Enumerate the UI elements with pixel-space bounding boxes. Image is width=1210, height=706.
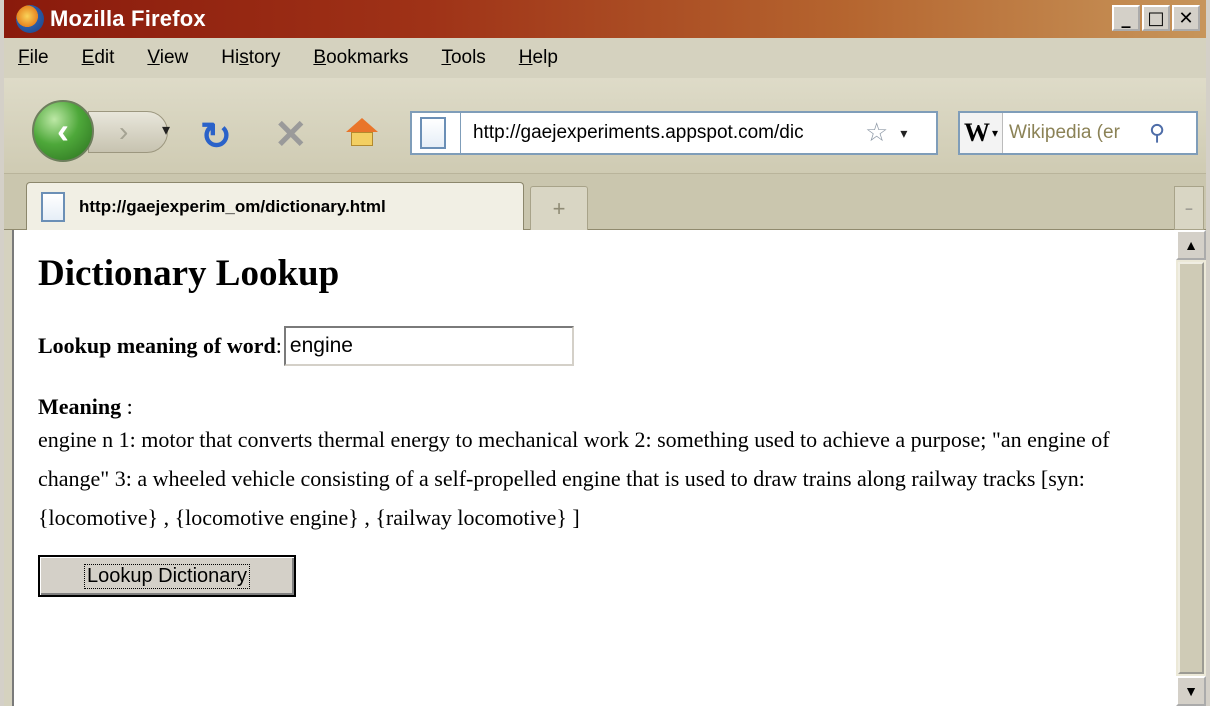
lookup-label: Lookup meaning of word bbox=[38, 333, 276, 358]
forward-arrow-icon: › bbox=[119, 116, 129, 147]
reload-icon[interactable]: ↻ bbox=[200, 114, 232, 159]
firefox-logo-icon bbox=[16, 5, 44, 33]
meaning-label: Meaning bbox=[38, 394, 122, 419]
menu-help-key: H bbox=[518, 47, 533, 68]
search-bar[interactable]: W ▾ Wikipedia (er ⚲ bbox=[958, 111, 1198, 155]
site-identity-icon[interactable] bbox=[420, 117, 446, 149]
tab-list-icon: – bbox=[1185, 201, 1193, 215]
tab-bar: http://gaejexperim_om/dictionary.html + … bbox=[4, 174, 1206, 230]
menu-view-rest: iew bbox=[159, 47, 189, 68]
search-engine-button[interactable]: W ▾ bbox=[960, 113, 1004, 153]
menu-bookmarks-key: B bbox=[313, 47, 327, 68]
scroll-down-button[interactable]: ▼ bbox=[1176, 676, 1206, 706]
meaning-colon: : bbox=[121, 394, 133, 419]
meaning-text: engine n 1: motor that converts thermal … bbox=[38, 427, 1110, 530]
navigation-toolbar: › ‹ ▾ ↻ ✕ http://gaejexperiments.appspot… bbox=[4, 78, 1206, 174]
scroll-down-icon: ▼ bbox=[1184, 683, 1198, 699]
lookup-colon: : bbox=[275, 333, 282, 358]
maximize-button[interactable]: □ bbox=[1142, 5, 1170, 31]
menu-tools[interactable]: Tools bbox=[441, 47, 485, 69]
tab-title: http://gaejexperim_om/dictionary.html bbox=[79, 196, 386, 216]
scroll-up-button[interactable]: ▲ bbox=[1176, 230, 1206, 260]
home-icon[interactable] bbox=[346, 118, 378, 146]
menu-bar: File Edit View History Bookmarks Tools H… bbox=[4, 38, 1206, 78]
menu-edit-key: E bbox=[81, 47, 95, 68]
url-dropdown-icon[interactable]: ▾ bbox=[900, 125, 907, 142]
window-controls: _ □ ✕ bbox=[1112, 5, 1200, 31]
word-input[interactable] bbox=[283, 326, 574, 366]
scroll-up-icon: ▲ bbox=[1184, 237, 1198, 253]
scroll-thumb[interactable] bbox=[1178, 262, 1204, 674]
browser-window: Mozilla Firefox _ □ ✕ File Edit View His… bbox=[0, 0, 1210, 706]
tab-dictionary[interactable]: http://gaejexperim_om/dictionary.html bbox=[26, 182, 524, 230]
menu-file-key: F bbox=[18, 47, 30, 68]
forward-button[interactable]: › bbox=[88, 111, 168, 153]
menu-bookmarks-rest: ookmarks bbox=[326, 47, 409, 68]
lookup-button-label: Lookup Dictionary bbox=[83, 563, 251, 589]
vertical-scrollbar[interactable]: ▲ ▼ bbox=[1176, 230, 1206, 706]
menu-edit[interactable]: Edit bbox=[82, 47, 115, 69]
title-bar[interactable]: Mozilla Firefox _ □ ✕ bbox=[4, 0, 1206, 38]
lookup-row: Lookup meaning of word : bbox=[38, 326, 1176, 366]
menu-file-rest: ile bbox=[29, 47, 49, 68]
menu-history[interactable]: History bbox=[221, 47, 280, 69]
home-roof bbox=[346, 118, 378, 132]
engine-dropdown-icon: ▾ bbox=[992, 126, 999, 140]
tab-page-icon bbox=[41, 191, 65, 222]
back-arrow-icon: ‹ bbox=[57, 110, 69, 151]
search-input[interactable]: Wikipedia (er bbox=[1009, 122, 1147, 144]
close-button[interactable]: ✕ bbox=[1172, 5, 1200, 31]
minimize-button[interactable]: _ bbox=[1112, 5, 1140, 31]
bookmark-star-icon[interactable]: ☆ bbox=[865, 118, 888, 148]
menu-history-rest: tory bbox=[248, 47, 281, 68]
new-tab-button[interactable]: + bbox=[530, 186, 588, 230]
menu-help[interactable]: Help bbox=[519, 47, 558, 69]
page-content: Dictionary Lookup Lookup meaning of word… bbox=[12, 230, 1176, 706]
search-magnifier-icon[interactable]: ⚲ bbox=[1149, 121, 1165, 146]
url-input[interactable]: http://gaejexperiments.appspot.com/dic bbox=[473, 122, 859, 144]
menu-bookmarks[interactable]: Bookmarks bbox=[313, 47, 408, 69]
menu-edit-rest: dit bbox=[94, 47, 115, 68]
stop-icon[interactable]: ✕ bbox=[274, 112, 308, 158]
wikipedia-icon: W bbox=[964, 118, 990, 147]
menu-history-key: s bbox=[239, 47, 249, 68]
menu-view-key: V bbox=[147, 47, 160, 68]
menu-tools-key: T bbox=[441, 47, 451, 68]
menu-history-pre: Hi bbox=[221, 47, 240, 68]
menu-help-rest: elp bbox=[532, 47, 558, 68]
url-bar[interactable]: http://gaejexperiments.appspot.com/dic ☆… bbox=[410, 111, 938, 155]
lookup-dictionary-button[interactable]: Lookup Dictionary bbox=[38, 555, 296, 597]
url-separator bbox=[460, 111, 461, 155]
history-dropdown-icon[interactable]: ▾ bbox=[162, 120, 170, 140]
back-button[interactable]: ‹ bbox=[32, 100, 94, 162]
menu-view[interactable]: View bbox=[147, 47, 188, 69]
page-title: Dictionary Lookup bbox=[38, 253, 340, 294]
tab-list-button[interactable]: – bbox=[1174, 186, 1204, 230]
menu-tools-rest: ools bbox=[450, 47, 486, 68]
menu-file[interactable]: File bbox=[18, 47, 49, 69]
meaning-heading: Meaning : bbox=[38, 394, 1176, 420]
home-base bbox=[351, 132, 373, 146]
window-title: Mozilla Firefox bbox=[50, 6, 206, 31]
plus-icon: + bbox=[552, 195, 566, 221]
